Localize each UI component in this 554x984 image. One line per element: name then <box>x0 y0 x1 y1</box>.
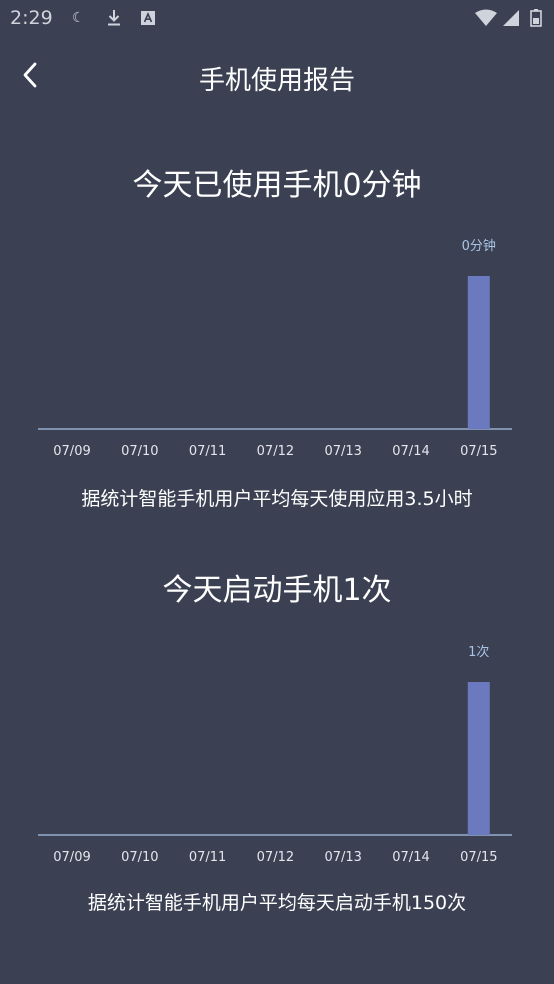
x-tick-label: 07/15 <box>460 444 497 459</box>
x-tick-label: 07/13 <box>324 850 361 865</box>
bar-value-label: 1次 <box>468 644 489 660</box>
battery-icon <box>530 9 542 27</box>
x-tick-label: 07/09 <box>53 850 90 865</box>
bar-07-15 <box>467 276 490 429</box>
x-tick-label: 07/13 <box>324 444 361 459</box>
cell-signal-icon <box>503 10 519 26</box>
x-tick-label: 07/11 <box>189 444 226 459</box>
page-title: 手机使用报告 <box>198 66 355 96</box>
launch-title: 今天启动手机1次 <box>162 573 392 608</box>
x-tick-label: 07/10 <box>121 444 158 459</box>
x-tick-label: 07/09 <box>53 444 90 459</box>
status-bar: 2:29 ☾ <box>0 0 554 36</box>
launch-bar-chart: 07/09 07/10 07/11 07/12 07/13 07/14 1次 07/15 <box>38 644 512 865</box>
launch-caption: 据统计智能手机用户平均每天启动手机150次 <box>87 892 467 914</box>
x-tick-label: 07/11 <box>189 850 226 865</box>
usage-bar-chart: 07/09 07/10 07/11 07/12 07/13 07/14 0分钟 07/15 <box>38 238 512 459</box>
x-tick-label: 07/12 <box>257 850 294 865</box>
x-tick-label: 07/12 <box>257 444 294 459</box>
bar-07-15 <box>467 682 490 835</box>
wifi-icon <box>475 9 497 26</box>
usage-caption: 据统计智能手机用户平均每天使用应用3.5小时 <box>81 488 473 510</box>
x-tick-label: 07/15 <box>460 850 497 865</box>
bar-value-label: 0分钟 <box>462 238 496 254</box>
moon-icon: ☾ <box>72 10 85 26</box>
x-tick-label: 07/10 <box>121 850 158 865</box>
x-tick-label: 07/14 <box>392 850 429 865</box>
app-header: 手机使用报告 <box>0 44 554 108</box>
a-box-icon <box>141 11 155 25</box>
status-time: 2:29 <box>10 7 53 29</box>
x-tick-label: 07/14 <box>392 444 429 459</box>
usage-title: 今天已使用手机0分钟 <box>132 168 422 203</box>
download-icon <box>108 10 120 26</box>
